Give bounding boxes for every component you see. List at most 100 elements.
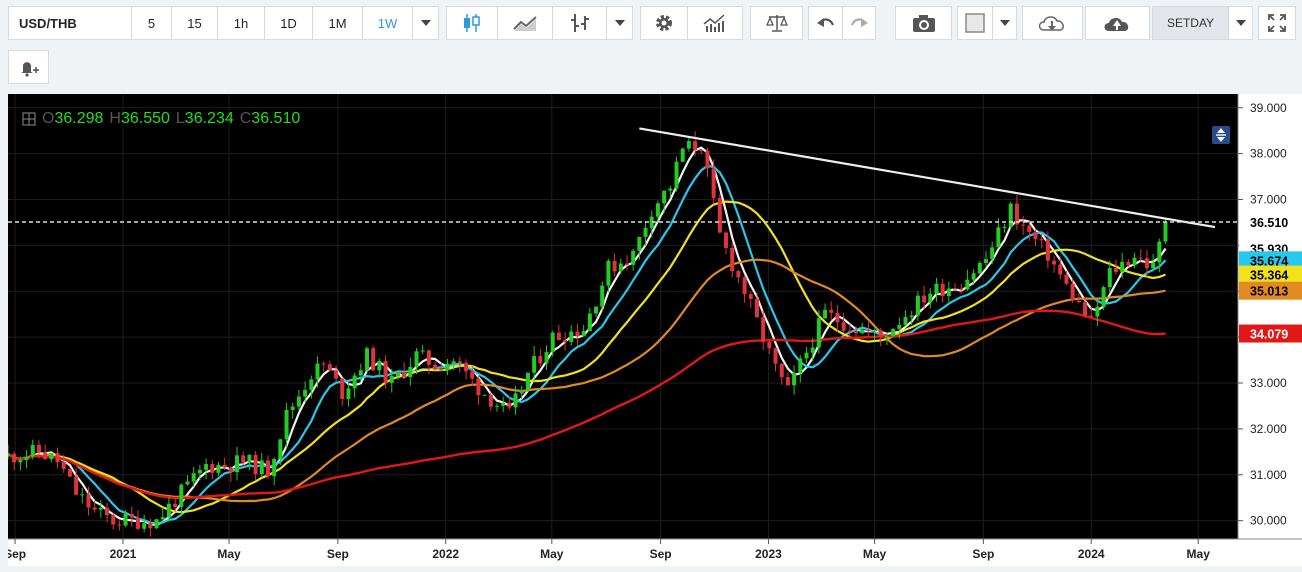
toolbar: USD/THB 5 15 1h 1D 1M 1W SETDAY — [0, 0, 1302, 48]
save-layout-button[interactable] — [1085, 6, 1150, 40]
candle — [154, 518, 159, 529]
color-swatch-button[interactable] — [957, 6, 993, 40]
y-tick-label: 37.000 — [1250, 193, 1287, 207]
interval-dropdown[interactable] — [412, 6, 439, 40]
y-tick-label: 31.000 — [1250, 468, 1287, 482]
chart-canvas[interactable]: 39.00038.00037.00036.00035.00034.00033.0… — [8, 94, 1302, 566]
symbol-label: USD/THB — [19, 15, 77, 31]
interval-15[interactable]: 15 — [171, 6, 218, 40]
scale-toggle-button[interactable] — [1212, 126, 1230, 144]
chevron-down-icon — [1235, 20, 1246, 26]
chart-type-dropdown[interactable] — [606, 6, 633, 40]
y-tick-label: 38.000 — [1250, 147, 1287, 161]
redo-icon — [850, 18, 868, 27]
interval-label: 1D — [280, 15, 297, 31]
chevron-down-icon — [999, 20, 1010, 26]
compare-button[interactable] — [750, 6, 803, 40]
interval-label: 1W — [377, 15, 398, 31]
grid — [8, 94, 1238, 539]
high-label: H — [109, 110, 121, 127]
interval-1w[interactable]: 1W — [362, 6, 413, 40]
candle — [1163, 219, 1168, 245]
candle — [600, 281, 605, 311]
time-axis[interactable]: Sep 2021 May Sep 2022 May Sep 2023 May Sep 2024 May — [8, 538, 1302, 566]
low-label: L — [175, 110, 185, 127]
price-chart[interactable]: 39.00038.00037.00036.00035.00034.00033.0… — [8, 94, 1302, 566]
crosshair-box-icon — [22, 112, 36, 126]
ohlc-bars-icon — [570, 14, 589, 32]
interval-1m[interactable]: 1M — [312, 6, 363, 40]
bars-button[interactable] — [552, 6, 607, 40]
plot-area — [8, 94, 1238, 539]
candle — [717, 194, 722, 234]
interval-label: 5 — [147, 15, 156, 31]
undo-button[interactable] — [808, 6, 843, 40]
snapshot-button[interactable] — [895, 6, 952, 40]
cloud-upload-icon — [1104, 17, 1128, 31]
price-axis[interactable]: 39.00038.00037.00036.00035.00034.00033.0… — [1237, 94, 1302, 566]
gear-icon — [656, 15, 672, 31]
candle — [67, 468, 72, 478]
indicators-button[interactable] — [687, 6, 743, 40]
candle — [680, 147, 685, 162]
candle — [1101, 285, 1106, 311]
x-tick-label: Sep — [327, 547, 349, 561]
camera-icon — [912, 15, 935, 32]
undo-icon — [816, 18, 834, 27]
candlestick-icon — [464, 14, 480, 32]
area-chart-button[interactable] — [497, 6, 553, 40]
bell-plus-icon — [20, 62, 39, 77]
interval-label: 1h — [233, 15, 249, 31]
candle — [525, 372, 530, 393]
candle — [371, 345, 376, 372]
x-tick-label: 2023 — [755, 547, 782, 561]
chevron-down-icon — [614, 20, 625, 26]
add-alert-button[interactable] — [8, 50, 49, 84]
scales-icon — [765, 15, 788, 32]
interval-label: 15 — [187, 15, 202, 31]
chevron-down-icon — [420, 20, 431, 26]
price-label: 34.079 — [1250, 328, 1288, 342]
x-tick-label: Sep — [8, 547, 26, 561]
price-label: 35.364 — [1250, 269, 1288, 283]
cloud-download-icon — [1038, 16, 1064, 31]
x-tick-label: 2022 — [432, 547, 459, 561]
symbol-selector[interactable]: USD/THB — [8, 6, 132, 40]
area-chart-icon — [513, 16, 537, 31]
square-swatch-icon — [965, 13, 985, 33]
setday-label: SETDAY — [1166, 16, 1215, 30]
x-tick-label: Sep — [972, 547, 994, 561]
open-value: 36.298 — [54, 110, 104, 127]
arrows-updown-icon — [1216, 128, 1226, 142]
price-label: 36.510 — [1250, 216, 1288, 230]
high-value: 36.550 — [120, 110, 170, 127]
price-label: 35.013 — [1250, 285, 1288, 299]
x-tick-label: May — [540, 547, 564, 561]
redo-button[interactable] — [842, 6, 876, 40]
open-label: O — [42, 110, 55, 127]
x-tick-label: Sep — [650, 547, 672, 561]
fullscreen-button[interactable] — [1258, 6, 1296, 40]
interval-1h[interactable]: 1h — [217, 6, 265, 40]
candles-button[interactable] — [446, 6, 498, 40]
low-value: 36.234 — [184, 110, 234, 127]
ohlc-legend: O36.298 H36.550 L36.234 C36.510 — [22, 110, 300, 128]
candle — [365, 346, 370, 373]
swatch-dropdown[interactable] — [992, 6, 1017, 40]
close-label: C — [239, 110, 252, 127]
expand-icon — [1268, 14, 1286, 32]
interval-1d[interactable]: 1D — [264, 6, 313, 40]
setday-button[interactable]: SETDAY — [1152, 6, 1229, 40]
y-tick-label: 33.000 — [1250, 376, 1287, 390]
settings-button[interactable] — [640, 6, 688, 40]
y-tick-label: 30.000 — [1250, 514, 1287, 528]
interval-5[interactable]: 5 — [131, 6, 172, 40]
close-value: 36.510 — [251, 110, 301, 127]
y-tick-label: 39.000 — [1250, 101, 1287, 115]
candle — [891, 328, 896, 337]
load-layout-button[interactable] — [1022, 6, 1083, 40]
x-tick-label: May — [863, 547, 887, 561]
setday-dropdown[interactable] — [1228, 6, 1253, 40]
x-tick-label: May — [1187, 547, 1211, 561]
candle — [1008, 201, 1013, 229]
